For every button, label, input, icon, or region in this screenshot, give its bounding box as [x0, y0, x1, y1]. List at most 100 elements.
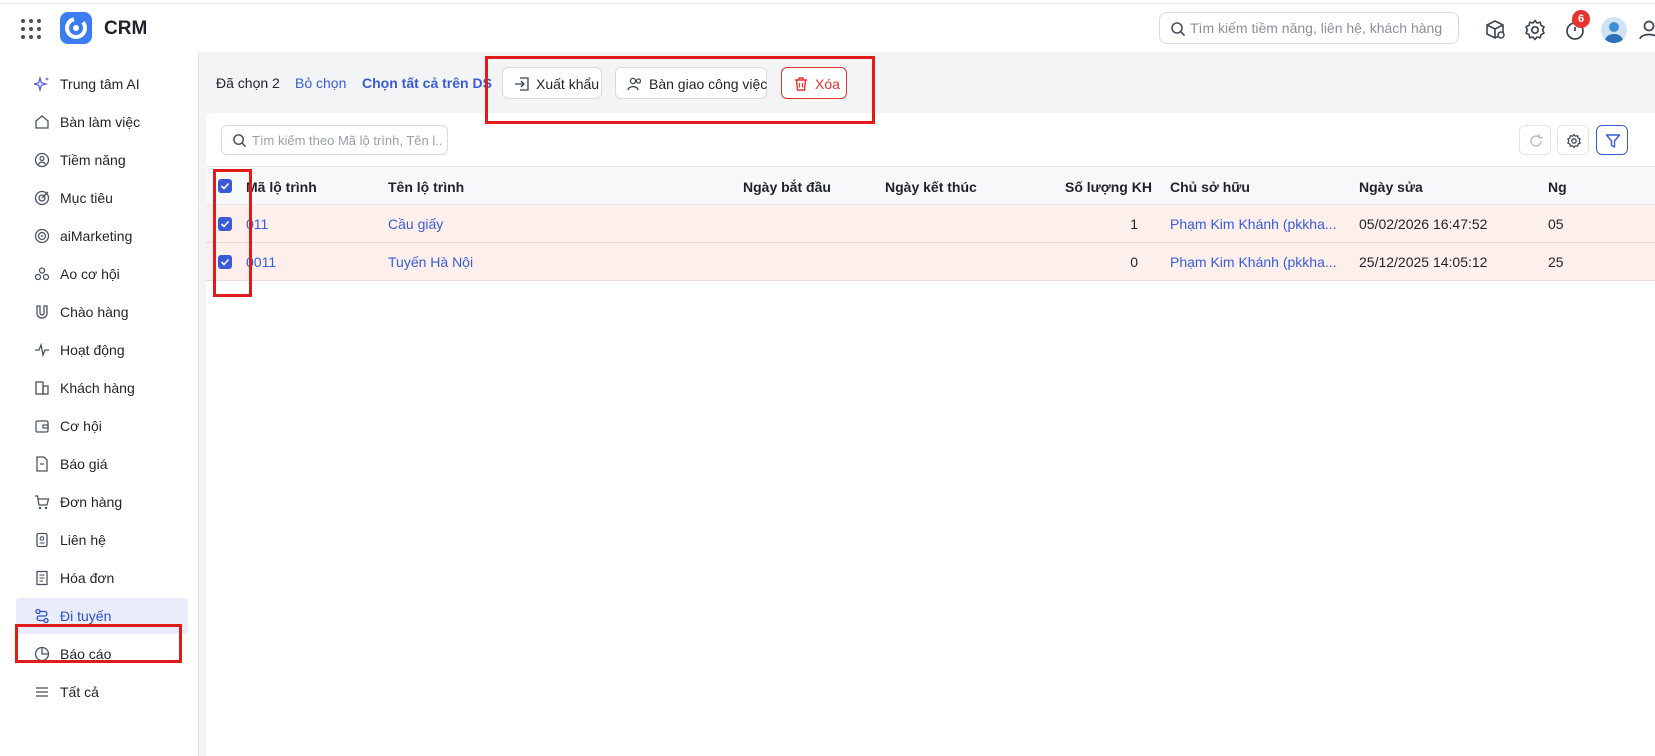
sidebar-item-offers[interactable]: Chào hàng — [16, 294, 188, 330]
column-route-name[interactable]: Tên lộ trình — [388, 179, 464, 195]
handover-button[interactable]: Bàn giao công việc — [615, 67, 767, 99]
sidebar-item-workspace[interactable]: Bàn làm việc — [16, 104, 188, 140]
home-icon — [35, 115, 49, 129]
select-all-link[interactable]: Chọn tất cả trên DS — [362, 75, 492, 91]
filter-icon — [1605, 134, 1621, 148]
cell-modified-date: 25/12/2025 14:05:12 — [1359, 254, 1488, 270]
grid-settings-button[interactable] — [1557, 125, 1589, 155]
sidebar-item-customers[interactable]: Khách hàng — [16, 370, 188, 406]
search-icon — [1171, 22, 1186, 37]
sidebar-item-reports[interactable]: Báo cáo — [16, 636, 188, 672]
sidebar-item-invoices[interactable]: Hóa đơn — [16, 560, 188, 596]
sidebar-item-label: Hoạt động — [60, 342, 125, 358]
sidebar-item-label: Báo cáo — [60, 646, 112, 662]
gear-icon — [1567, 133, 1581, 149]
deselect-link[interactable]: Bỏ chọn — [295, 75, 346, 91]
check-icon — [220, 182, 230, 190]
search-icon — [233, 134, 247, 148]
sidebar-item-aimarketing[interactable]: aiMarketing — [16, 218, 188, 254]
column-truncated[interactable]: Ng — [1548, 179, 1567, 195]
sparkle-icon — [34, 76, 49, 92]
cell-route-code[interactable]: 011 — [246, 216, 268, 232]
delete-label: Xóa — [815, 76, 840, 92]
wallet-icon — [35, 420, 49, 433]
filter-button[interactable] — [1596, 125, 1628, 155]
column-start-date[interactable]: Ngày bắt đầu — [743, 179, 831, 195]
row-checkbox[interactable] — [218, 217, 232, 231]
refresh-button[interactable] — [1519, 125, 1551, 155]
crm-logo[interactable] — [60, 12, 92, 44]
bulk-action-bar: Đã chọn 2 Bỏ chọn Chọn tất cả trên DS Xu… — [199, 52, 1655, 112]
sidebar-item-label: Mục tiêu — [60, 190, 113, 206]
sidebar-item-routes[interactable]: Đi tuyến — [16, 598, 188, 634]
app-title: CRM — [104, 18, 148, 39]
sidebar-item-goals[interactable]: Mục tiêu — [16, 180, 188, 216]
app-grid-icon[interactable] — [20, 18, 42, 40]
activity-icon — [35, 342, 49, 358]
selected-count: Đã chọn 2 — [216, 75, 280, 91]
sidebar-item-all[interactable]: Tất cả — [16, 674, 188, 710]
cell-truncated: 25 — [1548, 254, 1564, 270]
table-row[interactable]: 011 Cầu giấy 1 Phạm Kim Khánh (pkkha... … — [206, 205, 1655, 243]
package-search-icon[interactable] — [1483, 18, 1507, 42]
grid-search[interactable] — [221, 125, 448, 155]
sidebar: Trung tâm AI Bàn làm việc Tiềm năng Mục … — [8, 52, 199, 756]
export-button[interactable]: Xuất khẩu — [502, 67, 602, 99]
avatar[interactable] — [1601, 17, 1627, 43]
cell-route-name[interactable]: Cầu giấy — [388, 216, 443, 232]
contact-icon — [36, 532, 48, 548]
logo-mark-icon — [65, 17, 87, 39]
column-route-code[interactable]: Mã lộ trình — [246, 179, 317, 195]
sidebar-item-ai-center[interactable]: Trung tâm AI — [16, 66, 188, 102]
column-end-date[interactable]: Ngày kết thúc — [885, 179, 977, 195]
delete-button[interactable]: Xóa — [781, 67, 847, 99]
row-checkbox[interactable] — [218, 255, 232, 269]
export-icon — [515, 77, 529, 91]
sidebar-item-label: Đơn hàng — [60, 494, 123, 510]
column-owner[interactable]: Chủ sở hữu — [1170, 179, 1250, 195]
cell-route-name[interactable]: Tuyến Hà Nội — [388, 254, 473, 270]
trash-icon — [795, 77, 807, 91]
top-bar: CRM 6 — [0, 4, 1655, 52]
quote-icon — [36, 456, 48, 472]
sidebar-item-quotes[interactable]: Báo giá — [16, 446, 188, 482]
marketing-icon — [34, 228, 50, 244]
gear-icon[interactable] — [1523, 18, 1547, 42]
column-modified-date[interactable]: Ngày sửa — [1359, 179, 1423, 195]
table-header: Mã lộ trình Tên lộ trình Ngày bắt đầu Ng… — [206, 166, 1655, 205]
sidebar-item-label: Bàn làm việc — [60, 114, 141, 130]
avatar-image-icon — [1605, 22, 1623, 43]
export-label: Xuất khẩu — [536, 76, 600, 92]
sidebar-item-contacts[interactable]: Liên hệ — [16, 522, 188, 558]
cell-customer-count: 1 — [1130, 216, 1138, 232]
users-icon — [627, 77, 642, 91]
cell-customer-count: 0 — [1130, 254, 1138, 270]
sidebar-item-label: Báo giá — [60, 456, 108, 472]
cell-route-code[interactable]: 0011 — [246, 254, 276, 270]
global-search-input[interactable] — [1190, 18, 1452, 38]
lead-icon — [34, 152, 50, 168]
sidebar-item-activities[interactable]: Hoạt động — [16, 332, 188, 368]
cell-owner[interactable]: Phạm Kim Khánh (pkkha... — [1170, 254, 1337, 270]
user-icon[interactable] — [1637, 18, 1655, 42]
grid-search-input[interactable] — [252, 131, 442, 149]
sidebar-item-label: Tiềm năng — [60, 152, 126, 168]
refresh-icon — [1530, 134, 1543, 147]
sidebar-item-label: Ao cơ hội — [60, 266, 120, 282]
table-row[interactable]: 0011 Tuyến Hà Nội 0 Phạm Kim Khánh (pkkh… — [206, 243, 1655, 281]
chart-pie-icon — [34, 646, 50, 662]
cart-icon — [35, 495, 50, 510]
magnet-icon — [36, 305, 48, 319]
global-search[interactable] — [1159, 12, 1459, 44]
check-icon — [220, 220, 230, 228]
check-icon — [220, 258, 230, 266]
cell-owner[interactable]: Phạm Kim Khánh (pkkha... — [1170, 216, 1337, 232]
sidebar-item-leads[interactable]: Tiềm năng — [16, 142, 188, 178]
target-icon — [34, 190, 50, 206]
sidebar-item-opportunities[interactable]: Cơ hội — [16, 408, 188, 444]
column-customer-count[interactable]: Số lượng KH — [1065, 179, 1152, 195]
sidebar-item-opportunity-pool[interactable]: Ao cơ hội — [16, 256, 188, 292]
sidebar-item-label: Hóa đơn — [60, 570, 115, 586]
select-all-checkbox[interactable] — [218, 179, 232, 193]
sidebar-item-orders[interactable]: Đơn hàng — [16, 484, 188, 520]
